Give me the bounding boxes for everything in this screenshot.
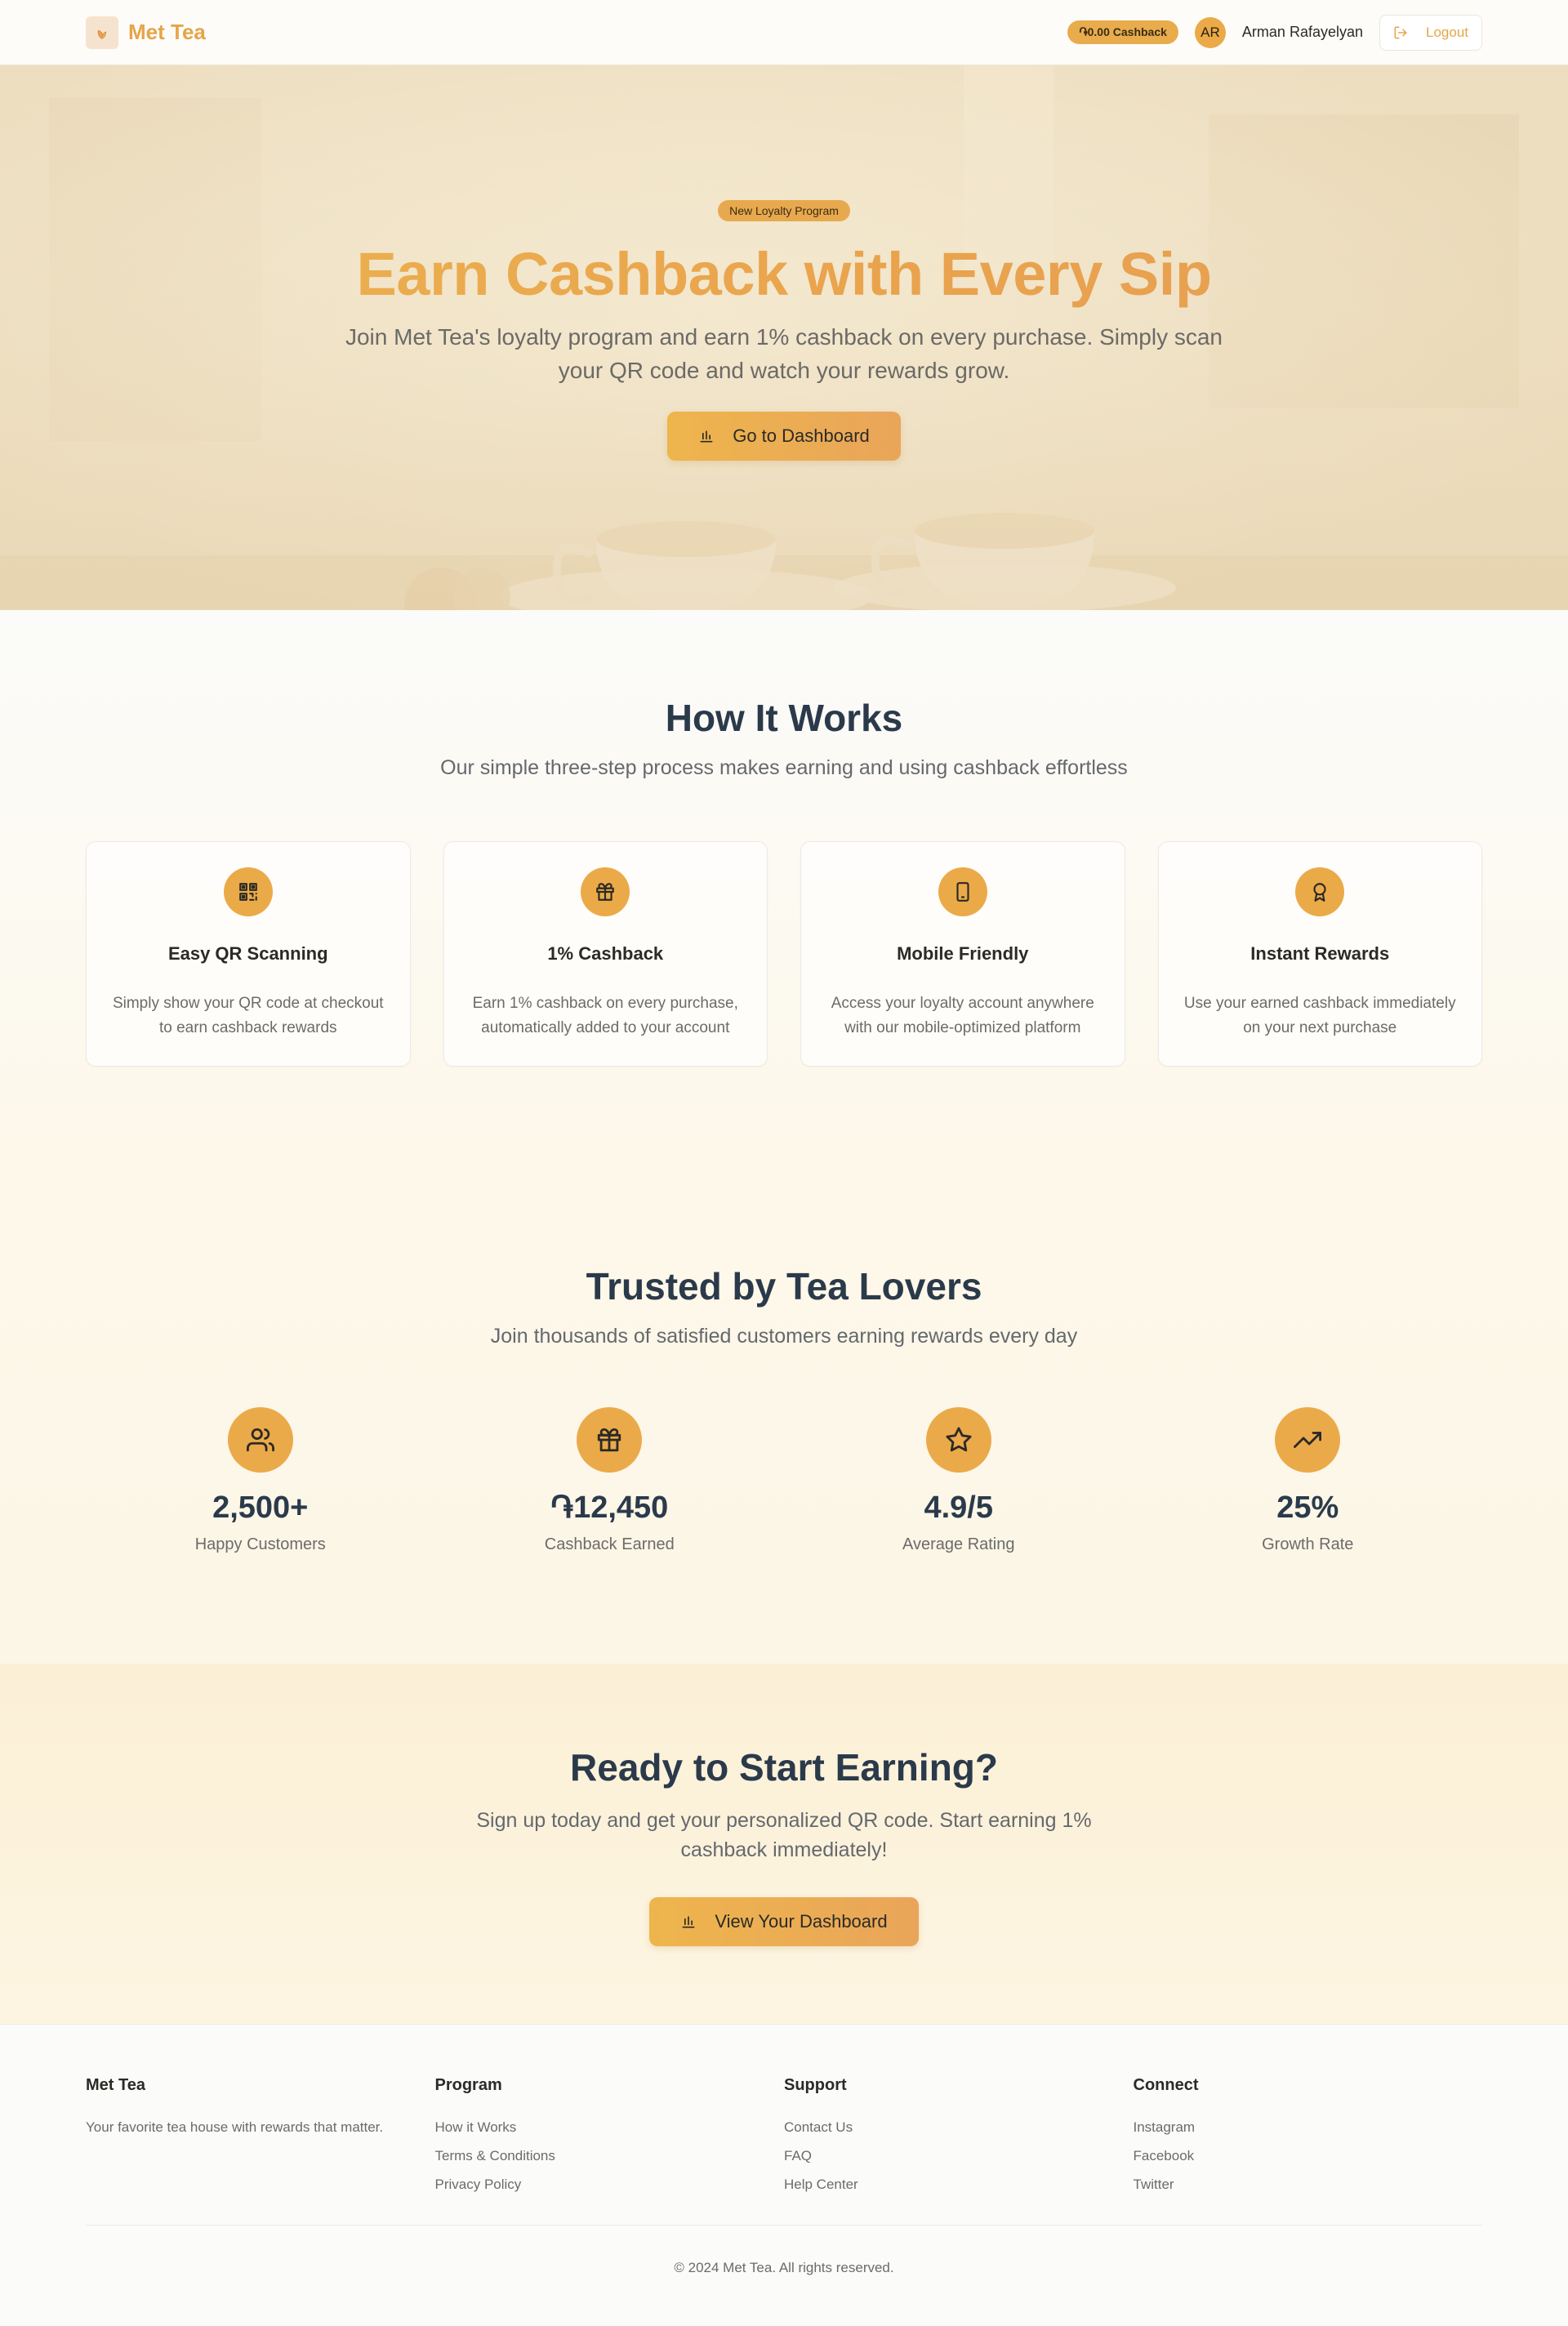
footer-link-privacy[interactable]: Privacy Policy [435,2177,785,2193]
feature-card-mobile: Mobile Friendly Access your loyalty acco… [800,841,1125,1067]
stat-happy-customers: 2,500+ Happy Customers [86,1407,435,1554]
how-it-works-subtitle: Our simple three-step process makes earn… [440,756,1128,779]
feature-card-rewards: Instant Rewards Use your earned cashback… [1157,841,1482,1067]
go-to-dashboard-button[interactable]: Go to Dashboard [667,412,901,461]
stat-value: 4.9/5 [924,1491,994,1525]
stat-cashback-earned: ֏12,450 Cashback Earned [435,1407,785,1554]
feature-card-text: Use your earned cashback immediately on … [1183,995,1456,1036]
footer-columns: Met Tea Your favorite tea house with rew… [86,2076,1482,2205]
top-navbar: Met Tea ֏0.00 Cashback AR Arman Rafayely… [0,0,1568,65]
stats-subtitle: Join thousands of satisfied customers ea… [490,1325,1078,1348]
award-icon [1295,867,1345,916]
feature-card-text: Access your loyalty account anywhere wit… [831,995,1094,1036]
stats-row: 2,500+ Happy Customers ֏12,450 Cashback … [0,1407,1568,1554]
feature-card-title: Instant Rewards [1250,943,1390,964]
footer-col-title: Connect [1133,2076,1199,2094]
bar-chart-icon [700,430,713,443]
bar-chart-icon [682,1916,695,1928]
trending-up-icon [1275,1407,1341,1473]
footer-col-program: Program How it Works Terms & Conditions … [435,2076,785,2205]
cashback-balance-badge: ֏0.00 Cashback [1067,20,1178,44]
stat-average-rating: 4.9/5 Average Rating [784,1407,1134,1554]
footer-link-help-center[interactable]: Help Center [784,2177,1134,2193]
how-it-works-title: How It Works [665,697,903,739]
cta-subtitle: Sign up today and get your personalized … [476,1809,1092,1861]
smartphone-icon [938,867,987,916]
hero-section: New Loyalty Program Earn Cashback with E… [0,65,1568,610]
footer-link-instagram[interactable]: Instagram [1134,2119,1483,2136]
users-icon [227,1407,293,1473]
stat-value: ֏12,450 [550,1491,669,1525]
feature-card-qr: Easy QR Scanning Simply show your QR cod… [86,841,411,1067]
footer-col-title: Met Tea [86,2076,145,2094]
footer-divider [86,2225,1482,2226]
new-program-badge: New Loyalty Program [718,200,850,221]
stats-title: Trusted by Tea Lovers [586,1265,982,1308]
footer-link-contact[interactable]: Contact Us [784,2119,1134,2136]
hero-title: Earn Cashback with Every Sip [0,239,1568,309]
how-it-works-section: How It Works Our simple three-step proce… [0,610,1568,1166]
logout-label: Logout [1426,24,1468,40]
logout-icon [1394,26,1407,38]
footer-link-facebook[interactable]: Facebook [1134,2148,1483,2164]
footer-col-title: Program [434,2076,502,2094]
feature-card-text: Simply show your QR code at checkout to … [112,995,384,1036]
feature-cards: Easy QR Scanning Simply show your QR cod… [86,841,1482,1067]
stat-label: Cashback Earned [544,1535,675,1553]
star-icon [925,1407,991,1473]
view-dashboard-label: View Your Dashboard [715,1911,888,1932]
header-actions: ֏0.00 Cashback AR Arman Rafayelyan Logou… [1067,14,1482,51]
feature-card-text: Earn 1% cashback on every purchase, auto… [472,995,738,1036]
stat-label: Average Rating [902,1535,1015,1553]
go-to-dashboard-label: Go to Dashboard [733,426,870,446]
hero-subtitle: Join Met Tea's loyalty program and earn … [345,324,1223,383]
feature-card-title: 1% Cashback [547,943,664,964]
logout-button[interactable]: Logout [1379,14,1482,51]
user-name: Arman Rafayelyan [1241,24,1363,40]
footer-col-brand: Met Tea Your favorite tea house with rew… [86,2076,435,2205]
stat-label: Happy Customers [194,1535,326,1553]
brand-name: Met Tea [128,20,206,44]
feature-card-title: Mobile Friendly [897,943,1029,964]
stat-value: 25% [1276,1491,1339,1525]
footer-link-terms[interactable]: Terms & Conditions [435,2148,785,2164]
footer-col-title: Support [784,2076,847,2094]
view-dashboard-button[interactable]: View Your Dashboard [649,1897,919,1946]
avatar[interactable]: AR [1194,16,1226,48]
feature-card-title: Easy QR Scanning [167,943,328,964]
footer-col-connect: Connect Instagram Facebook Twitter [1134,2076,1483,2205]
cta-section: Ready to Start Earning? Sign up today an… [0,1664,1568,2024]
stat-value: 2,500+ [212,1491,309,1525]
footer-link-twitter[interactable]: Twitter [1134,2177,1483,2193]
footer-link-how-it-works[interactable]: How it Works [435,2119,785,2136]
stat-growth-rate: 25% Growth Rate [1134,1407,1483,1554]
stats-section: Trusted by Tea Lovers Join thousands of … [0,1166,1568,1664]
footer-link-faq[interactable]: FAQ [784,2148,1134,2164]
footer-col-support: Support Contact Us FAQ Help Center [784,2076,1134,2205]
stat-label: Growth Rate [1262,1535,1354,1553]
footer: Met Tea Your favorite tea house with rew… [0,2024,1568,2326]
gift-icon [577,1407,643,1473]
hero-content: New Loyalty Program Earn Cashback with E… [0,65,1568,461]
copyright: © 2024 Met Tea. All rights reserved. [674,2260,894,2275]
gift-icon [581,867,630,916]
qr-code-icon [223,867,273,916]
footer-tagline: Your favorite tea house with rewards tha… [86,2119,384,2135]
brand[interactable]: Met Tea [86,16,206,49]
leaf-logo-icon [86,16,118,49]
feature-card-cashback: 1% Cashback Earn 1% cashback on every pu… [443,841,768,1067]
cta-title: Ready to Start Earning? [570,1746,998,1789]
